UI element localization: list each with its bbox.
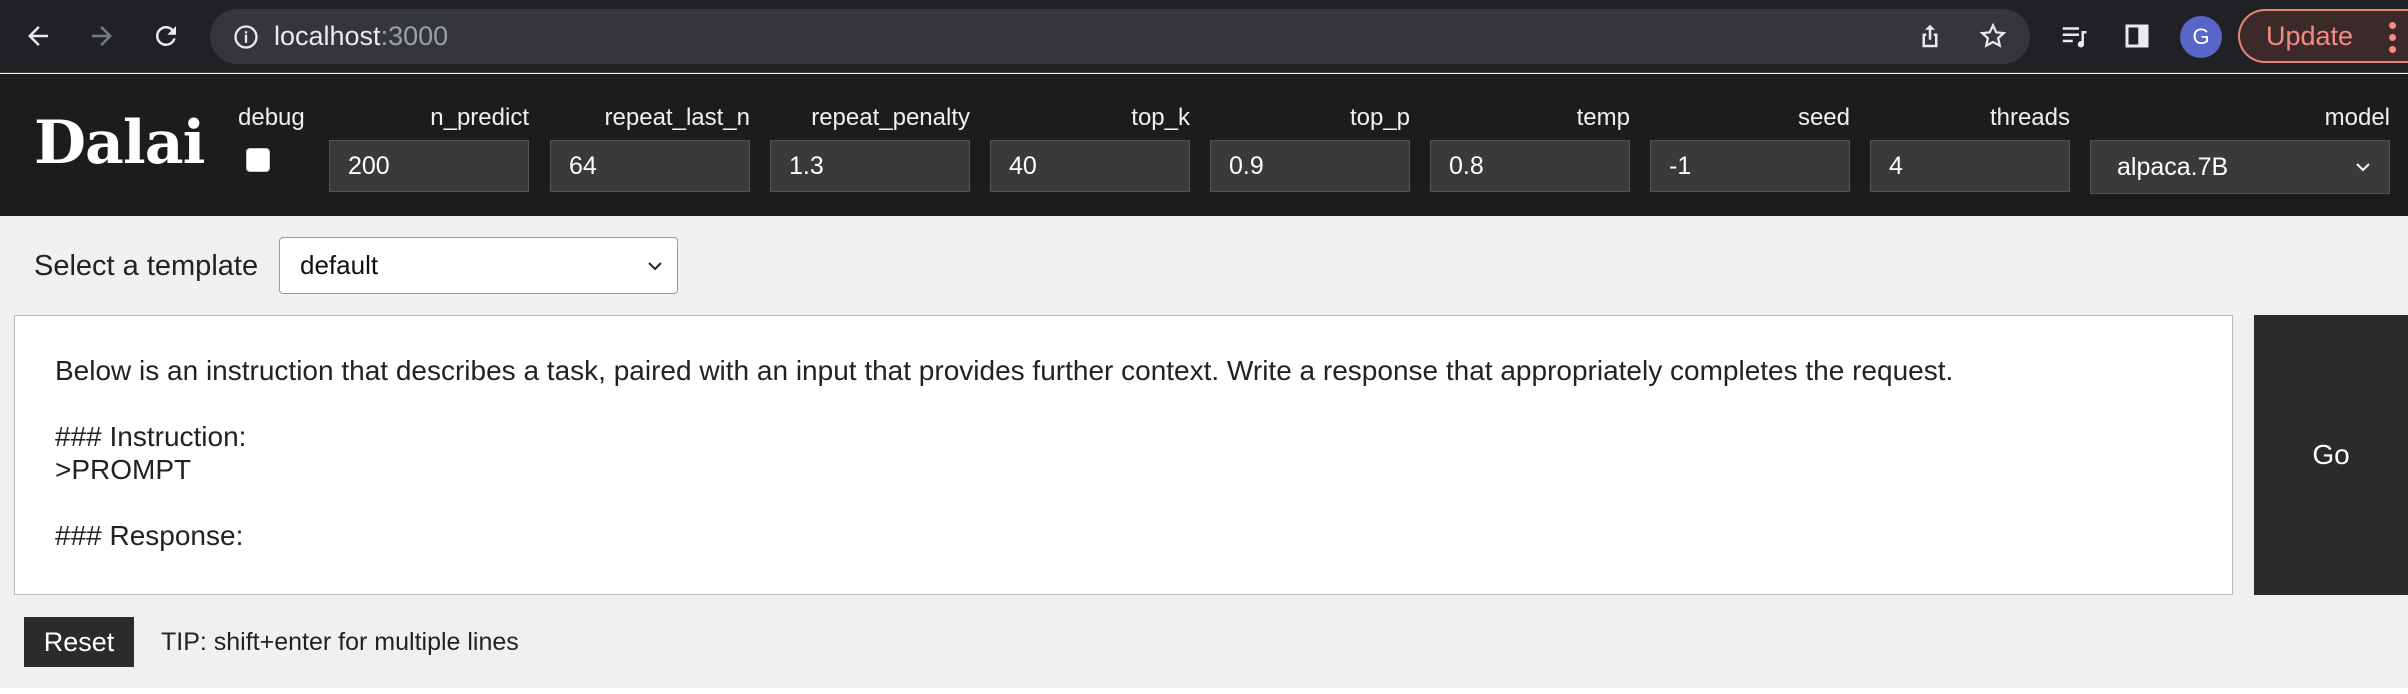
model-label: model <box>2324 104 2390 131</box>
star-icon[interactable] <box>1975 18 2011 54</box>
app-logo: Dalai <box>34 108 205 178</box>
template-select[interactable]: default <box>279 237 678 294</box>
chevron-down-icon <box>2356 163 2370 172</box>
prompt-line-4: ### Response: <box>55 520 244 551</box>
repeat-penalty-label: repeat_penalty <box>811 104 970 131</box>
back-icon <box>28 26 48 46</box>
n-predict-input[interactable] <box>329 140 529 192</box>
debug-label: debug <box>238 104 305 131</box>
top-p-label: top_p <box>1349 104 1410 131</box>
n-predict-label: n_predict <box>430 104 529 131</box>
temp-input[interactable] <box>1430 140 1630 192</box>
share-icon[interactable] <box>1912 18 1948 54</box>
side-panel-icon[interactable] <box>2119 18 2155 54</box>
seed-label: seed <box>1797 104 1850 131</box>
reading-list-icon[interactable] <box>2056 18 2092 54</box>
template-value: default <box>300 250 379 280</box>
top-k-label: top_k <box>1131 104 1190 131</box>
top-k-input[interactable] <box>990 140 1190 192</box>
go-button[interactable]: Go <box>2254 315 2408 595</box>
reset-button[interactable]: Reset <box>24 617 134 667</box>
reload-button[interactable] <box>144 14 188 58</box>
update-button[interactable]: Update • • • <box>2238 9 2408 63</box>
prompt-line-1: Below is an instruction that describes a… <box>55 355 1954 386</box>
page-bottom-edge <box>0 688 2408 694</box>
top-p-input[interactable] <box>1210 140 1410 192</box>
info-icon[interactable] <box>230 21 262 53</box>
repeat-penalty-input[interactable] <box>770 140 970 192</box>
prompt-line-3: >PROMPT <box>55 454 192 485</box>
repeat-last-n-input[interactable] <box>550 140 750 192</box>
template-label: Select a template <box>34 250 259 282</box>
tip-text: TIP: shift+enter for multiple lines <box>161 628 519 656</box>
debug-checkbox[interactable] <box>246 148 270 172</box>
url-host: localhost <box>274 21 381 51</box>
repeat-last-n-label: repeat_last_n <box>604 104 750 131</box>
back-button[interactable] <box>16 14 60 58</box>
address-bar[interactable]: localhost:3000 <box>210 9 2030 64</box>
threads-label: threads <box>1989 104 2070 131</box>
seed-input[interactable] <box>1650 140 1850 192</box>
update-label: Update <box>2266 20 2354 51</box>
temp-label: temp <box>1576 104 1630 131</box>
forward-icon <box>92 26 112 46</box>
more-icon[interactable]: • • • <box>2388 12 2397 62</box>
chevron-down-icon <box>648 262 662 271</box>
forward-button[interactable] <box>80 14 124 58</box>
reload-icon <box>155 25 176 46</box>
prompt-line-2: ### Instruction: <box>55 421 247 452</box>
prompt-textarea[interactable]: Below is an instruction that describes a… <box>14 315 2233 595</box>
url-port: :3000 <box>380 21 449 51</box>
browser-toolbar: localhost:3000 G Update • • • <box>0 0 2408 73</box>
model-select[interactable]: alpaca.7B <box>2090 140 2390 194</box>
profile-avatar[interactable]: G <box>2180 16 2222 58</box>
model-value: alpaca.7B <box>2117 152 2229 181</box>
threads-input[interactable] <box>1870 140 2070 192</box>
